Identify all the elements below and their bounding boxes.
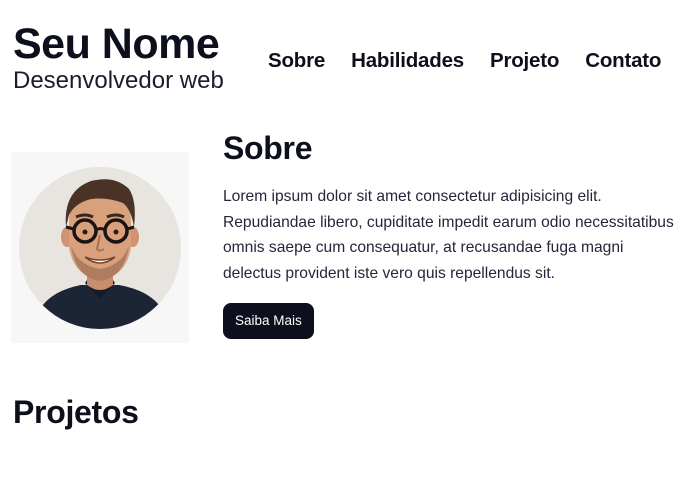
- nav-link-habilidades[interactable]: Habilidades: [351, 49, 464, 73]
- about-title: Sobre: [223, 130, 313, 166]
- nav-link-projeto[interactable]: Projeto: [490, 49, 559, 73]
- about-section: Sobre Lorem ipsum dolor sit amet consect…: [223, 130, 683, 340]
- main-nav: Sobre Habilidades Projeto Contato: [268, 49, 661, 73]
- profile-photo: [19, 166, 181, 329]
- site-name: Seu Nome: [13, 20, 220, 68]
- avatar-illustration: [19, 166, 181, 329]
- profile-photo-frame: [11, 152, 189, 343]
- projects-title: Projetos: [13, 394, 139, 430]
- learn-more-button[interactable]: Saiba Mais: [223, 303, 314, 340]
- site-role: Desenvolvedor web: [13, 67, 224, 95]
- nav-link-contato[interactable]: Contato: [585, 49, 661, 73]
- site-header: Seu Nome Desenvolvedor web: [13, 20, 224, 95]
- about-text: Lorem ipsum dolor sit amet consectetur a…: [223, 188, 674, 282]
- nav-link-sobre[interactable]: Sobre: [268, 49, 325, 73]
- page: Seu Nome Desenvolvedor web Sobre Habilid…: [0, 0, 695, 497]
